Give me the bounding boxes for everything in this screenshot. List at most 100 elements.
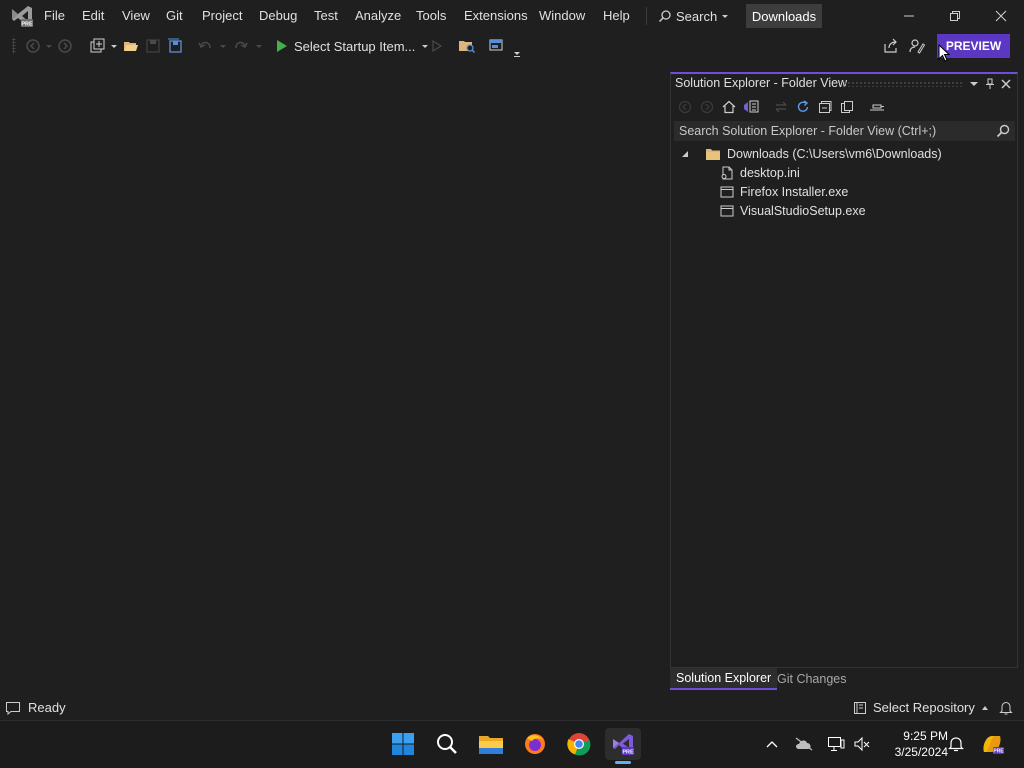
tab-git-changes[interactable]: Git Changes (771, 668, 852, 690)
chevron-down-icon (970, 82, 978, 86)
switch-views-icon[interactable] (743, 99, 759, 115)
status-bar: Ready Select Repository (0, 696, 1024, 720)
panel-drag-handle[interactable] (843, 81, 963, 87)
tree-file-firefox-installer[interactable]: Firefox Installer.exe (720, 182, 848, 201)
toolbar-overflow-icon[interactable] (508, 41, 526, 59)
tree-root-folder[interactable]: Downloads (C:\Users\vm6\Downloads) (681, 144, 942, 163)
menu-edit[interactable]: Edit (82, 8, 104, 23)
search-icon (658, 10, 671, 23)
undo-dropdown-icon[interactable] (214, 37, 232, 55)
back-icon[interactable] (677, 99, 693, 115)
tab-solution-explorer[interactable]: Solution Explorer (670, 668, 778, 690)
title-bar: PRE File Edit View Git Project Debug Tes… (0, 0, 1024, 32)
application-file-icon (720, 186, 734, 197)
close-window-button[interactable] (978, 0, 1024, 32)
menu-file[interactable]: File (44, 8, 65, 23)
svg-text:PRE: PRE (993, 749, 1004, 755)
network-icon[interactable] (826, 734, 846, 754)
close-icon (1001, 79, 1011, 89)
search-divider (646, 7, 647, 25)
notifications-bell-icon[interactable] (999, 700, 1013, 716)
file-label: desktop.ini (740, 165, 800, 180)
chevron-down-icon (722, 15, 729, 18)
close-icon (995, 10, 1007, 22)
tree-file-visualstudiosetup[interactable]: VisualStudioSetup.exe (720, 201, 866, 220)
volume-muted-icon[interactable] (852, 734, 872, 754)
file-label: VisualStudioSetup.exe (740, 203, 866, 218)
svg-text:PRE: PRE (622, 750, 634, 756)
play-icon (277, 40, 287, 52)
home-icon[interactable] (721, 99, 737, 115)
new-project-dropdown-icon[interactable] (105, 37, 123, 55)
select-repository-button[interactable]: Select Repository (853, 700, 989, 715)
solution-explorer-search-input[interactable]: Search Solution Explorer - Folder View (… (674, 121, 1015, 141)
tree-file-desktop-ini[interactable]: desktop.ini (720, 163, 800, 182)
explorer-tab-strip: Solution Explorer Git Changes (670, 668, 1018, 690)
menu-extensions[interactable]: Extensions (464, 8, 528, 23)
onedrive-offline-icon[interactable] (794, 734, 814, 754)
startup-item-label: Select Startup Item... (294, 38, 416, 54)
menu-test[interactable]: Test (314, 8, 338, 23)
folder-icon (706, 148, 720, 160)
panel-options-button[interactable] (966, 76, 982, 92)
toolbar-grip[interactable] (12, 38, 16, 54)
menu-debug[interactable]: Debug (259, 8, 297, 23)
save-all-icon[interactable] (166, 37, 184, 55)
menu-git[interactable]: Git (166, 8, 183, 23)
show-all-files-icon[interactable] (839, 99, 855, 115)
firefox-icon[interactable] (519, 728, 551, 760)
menu-view[interactable]: View (122, 8, 150, 23)
feedback-icon[interactable] (908, 37, 926, 55)
taskbar-search-icon[interactable] (431, 728, 463, 760)
notification-message-icon (6, 702, 20, 715)
properties-icon[interactable] (869, 99, 885, 115)
file-label: Firefox Installer.exe (740, 184, 849, 199)
sync-with-document-icon[interactable] (773, 99, 789, 115)
redo-icon[interactable] (232, 37, 250, 55)
save-icon[interactable] (144, 37, 162, 55)
live-share-icon[interactable] (882, 37, 900, 55)
redo-dropdown-icon[interactable] (250, 37, 268, 55)
visual-studio-logo-icon: PRE (10, 5, 34, 28)
menu-help[interactable]: Help (603, 8, 630, 23)
collapse-all-icon[interactable] (817, 99, 833, 115)
open-folder-icon[interactable] (122, 37, 140, 55)
undo-icon[interactable] (196, 37, 214, 55)
repository-icon (854, 701, 866, 714)
clock-date: 3/25/2024 (894, 745, 948, 759)
restore-button[interactable] (932, 0, 978, 32)
visual-studio-preview-taskbar-icon[interactable]: PRE (605, 728, 641, 760)
expanded-triangle-icon[interactable] (681, 150, 689, 158)
file-explorer-icon[interactable] (475, 728, 507, 760)
startup-item-button[interactable]: Select Startup Item... (276, 36, 429, 56)
windows-start-icon[interactable] (387, 728, 419, 760)
menu-window[interactable]: Window (539, 8, 585, 23)
root-folder-label: Downloads (C:\Users\vm6\Downloads) (727, 146, 942, 161)
copilot-preview-icon[interactable]: PRE (980, 732, 1004, 756)
chrome-icon[interactable] (563, 728, 595, 760)
mouse-cursor-icon (938, 43, 951, 62)
search-button[interactable]: Search (658, 7, 729, 25)
open-in-explorer-icon[interactable] (458, 37, 476, 55)
menu-project[interactable]: Project (202, 8, 242, 23)
refresh-icon[interactable] (795, 99, 811, 115)
layout-icon[interactable] (488, 37, 506, 55)
tab-label: Git Changes (777, 672, 847, 686)
tab-label: Solution Explorer (676, 671, 772, 685)
pin-icon (986, 78, 994, 89)
forward-icon[interactable] (699, 99, 715, 115)
new-project-icon[interactable] (88, 37, 106, 55)
search-label: Search (676, 8, 718, 24)
system-clock[interactable]: 9:25 PM 3/25/2024 (876, 728, 948, 760)
pin-panel-button[interactable] (982, 76, 998, 92)
notifications-icon[interactable] (946, 734, 966, 754)
start-without-debugging-icon[interactable] (428, 37, 446, 55)
minimize-button[interactable] (886, 0, 932, 32)
solution-explorer-toolbar (671, 96, 1017, 118)
application-file-icon (720, 205, 734, 216)
menu-tools[interactable]: Tools (416, 8, 446, 23)
show-hidden-icons-chevron-up-icon[interactable] (762, 734, 782, 754)
menu-analyze[interactable]: Analyze (355, 8, 401, 23)
forward-icon[interactable] (56, 37, 74, 55)
close-panel-button[interactable] (998, 76, 1014, 92)
